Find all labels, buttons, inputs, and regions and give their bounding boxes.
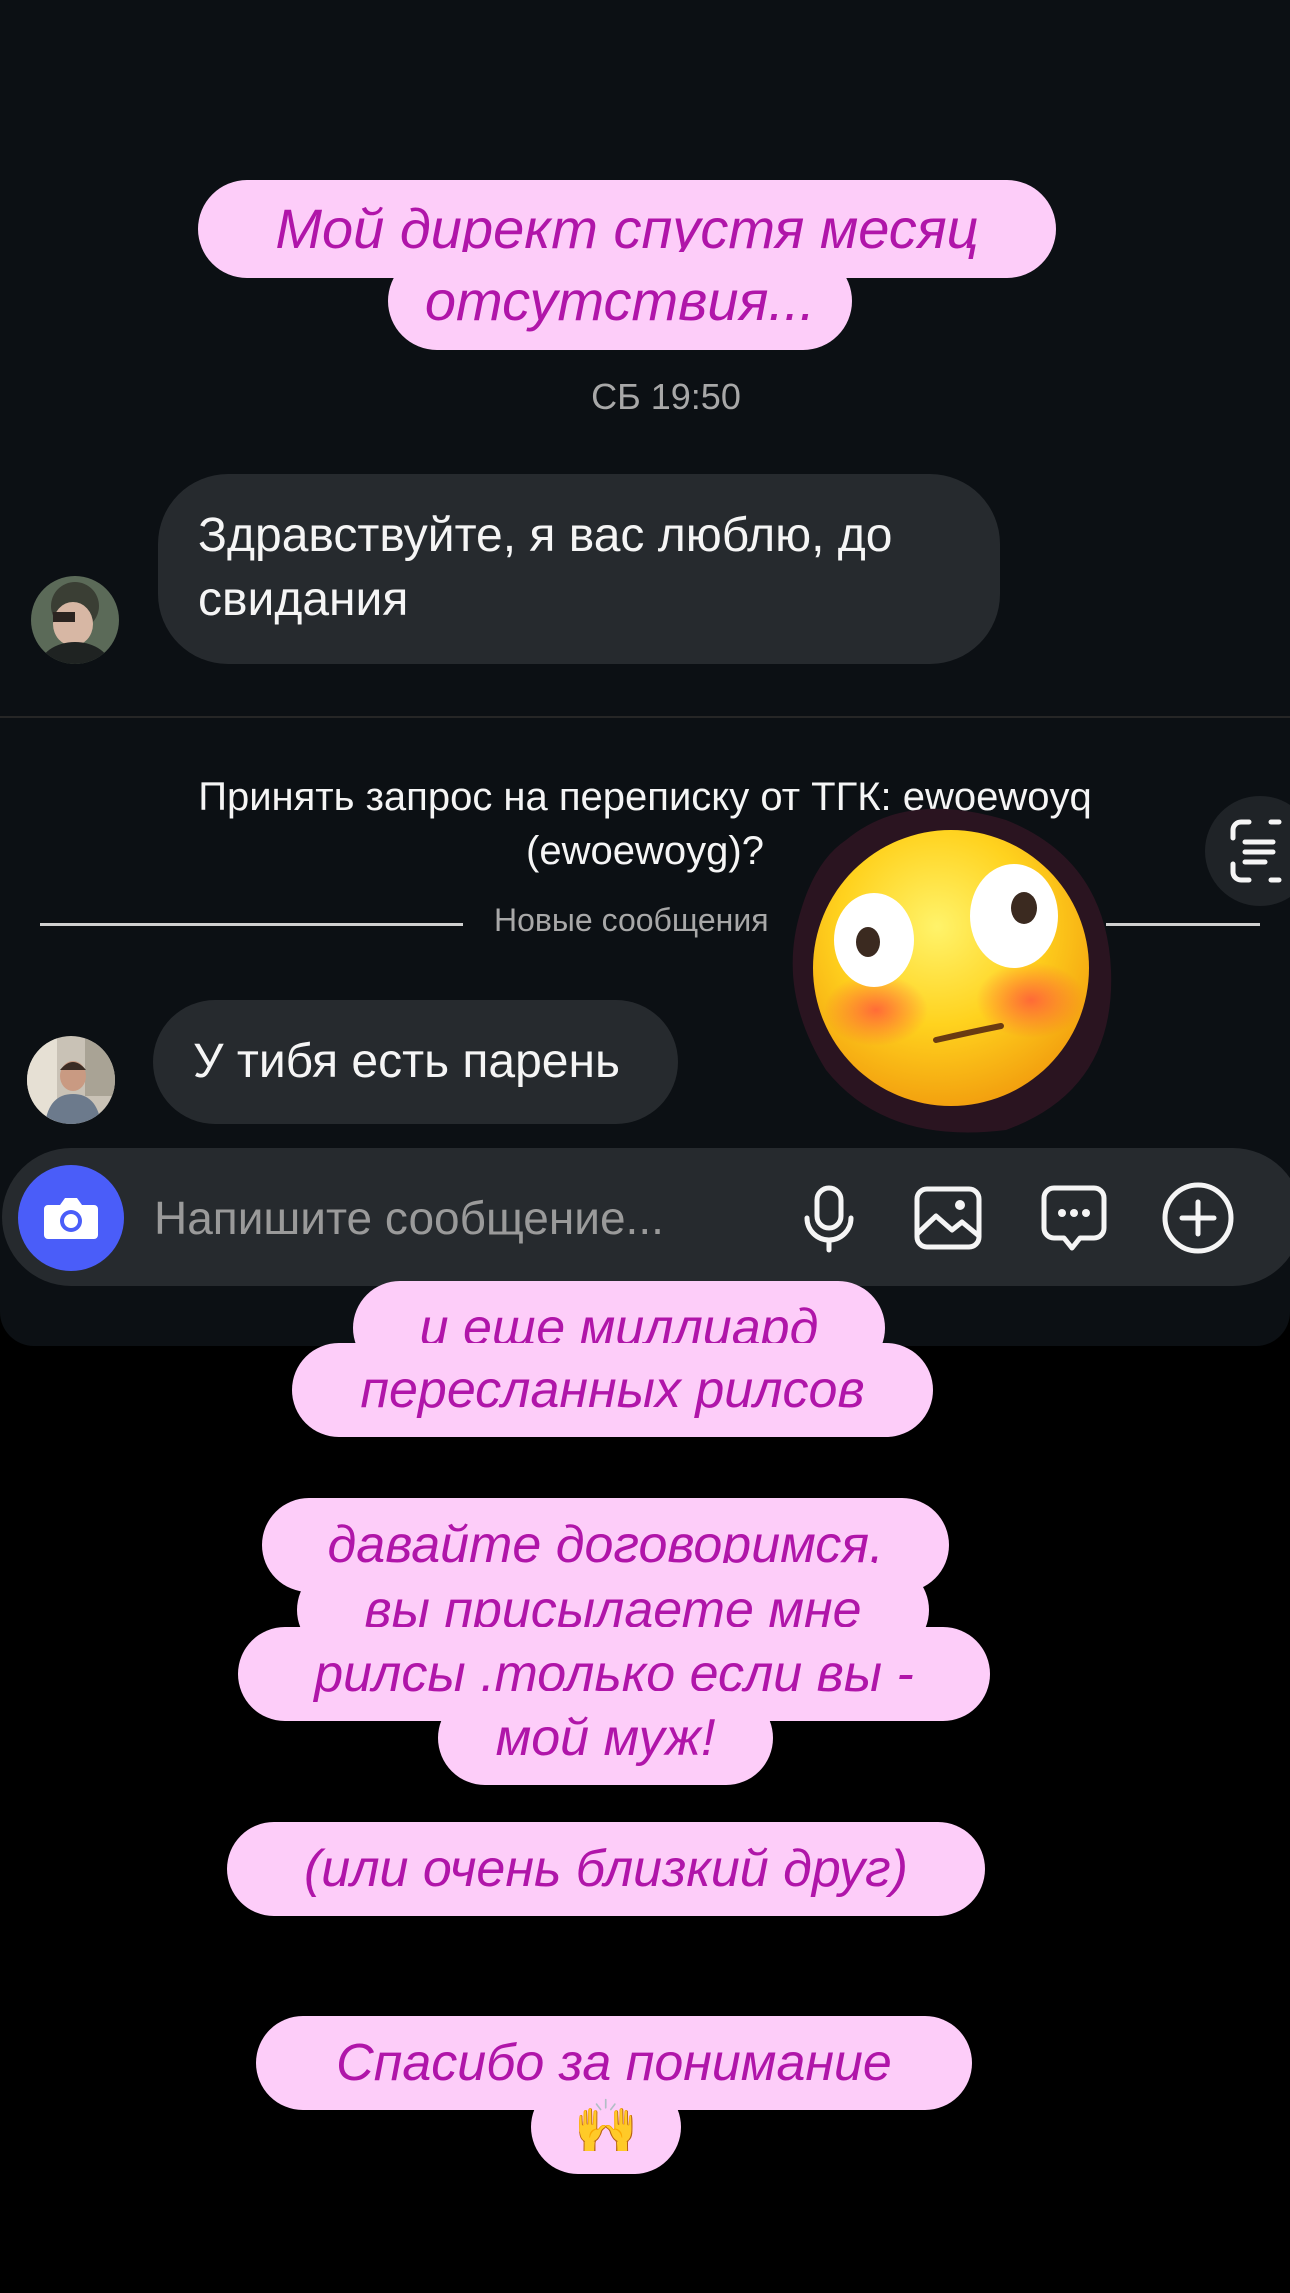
new-messages-line-right xyxy=(1106,923,1260,926)
scan-icon xyxy=(1230,819,1282,883)
avatar[interactable] xyxy=(27,1036,115,1124)
caption-reels-line2: пересланных рилсов xyxy=(292,1343,933,1437)
caption-thanks-emoji: 🙌 xyxy=(531,2080,681,2174)
section-divider xyxy=(0,716,1290,718)
timestamp-text: СБ 19:50 xyxy=(591,376,741,417)
message-text: У тибя есть парень xyxy=(193,1035,621,1088)
camera-button[interactable] xyxy=(18,1165,124,1271)
caption-deal-line4: мой муж! xyxy=(438,1691,773,1785)
image-icon[interactable] xyxy=(908,1178,988,1258)
message-input[interactable] xyxy=(154,1188,774,1248)
scan-button[interactable] xyxy=(1205,796,1290,906)
microphone-icon[interactable] xyxy=(789,1178,869,1258)
avatar-photo-icon xyxy=(31,576,119,664)
message-bubble-incoming[interactable]: У тибя есть парень xyxy=(153,1000,678,1124)
message-text: Здравствуйте, я вас люблю, до свидания xyxy=(198,509,893,626)
avatar-photo-icon xyxy=(27,1036,115,1124)
plus-icon[interactable] xyxy=(1158,1178,1238,1258)
flushed-emoji-sticker xyxy=(792,808,1112,1133)
new-messages-line-left xyxy=(40,923,463,926)
message-bubble-incoming[interactable]: Здравствуйте, я вас люблю, до свидания xyxy=(158,474,1000,664)
avatar[interactable] xyxy=(31,576,119,664)
new-messages-label: Новые сообщения xyxy=(494,902,769,938)
sticker-icon[interactable] xyxy=(1034,1178,1114,1258)
camera-icon xyxy=(44,1198,98,1239)
caption-friend: (или очень близкий друг) xyxy=(227,1822,985,1916)
message-timestamp: СБ 19:50 xyxy=(0,376,1290,418)
caption-top-line2: отсутствия... xyxy=(388,252,852,350)
